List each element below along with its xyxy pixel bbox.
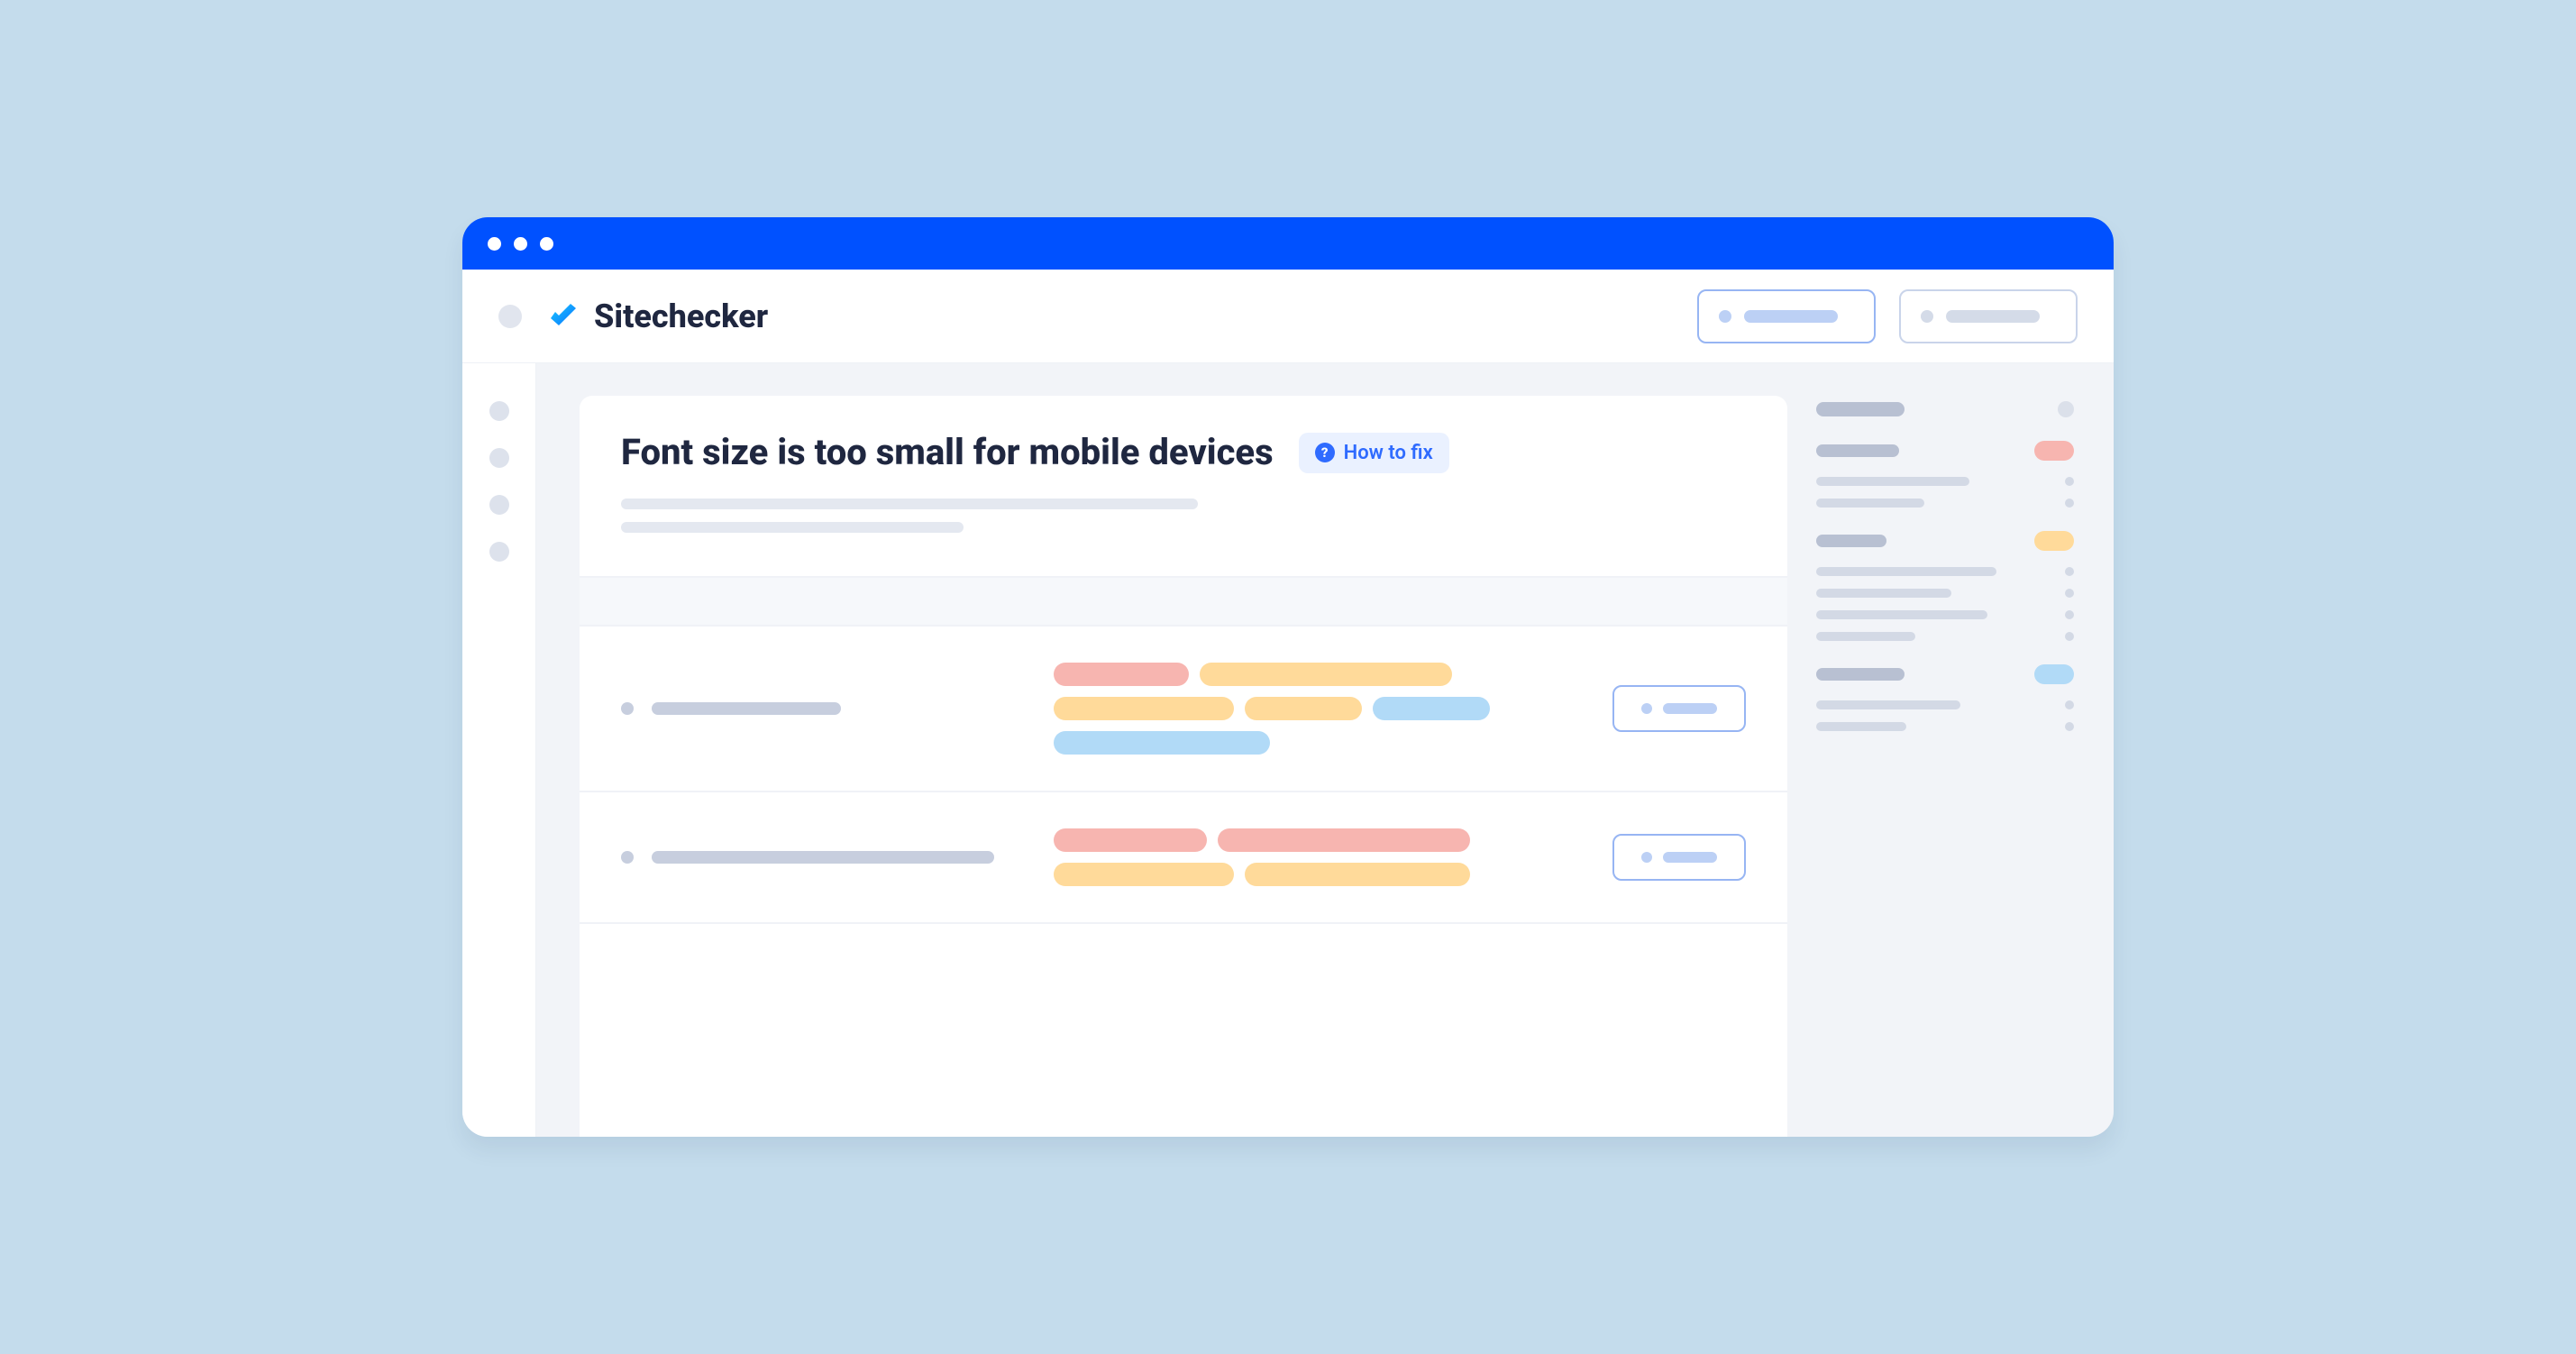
issue-title: Font size is too small for mobile device… bbox=[621, 432, 1274, 473]
row-action-button[interactable] bbox=[1612, 685, 1746, 732]
right-panel-group-notices bbox=[1816, 664, 2074, 731]
group-label bbox=[1816, 668, 1905, 681]
sidebar-item[interactable] bbox=[489, 542, 509, 562]
window-control-close[interactable] bbox=[488, 237, 501, 251]
tag bbox=[1054, 828, 1207, 852]
placeholder-icon bbox=[1641, 703, 1652, 714]
tag bbox=[1054, 863, 1234, 886]
sidebar-item[interactable] bbox=[489, 401, 509, 421]
row-action-button[interactable] bbox=[1612, 834, 1746, 881]
sidebar-item[interactable] bbox=[489, 495, 509, 515]
right-panel-group-critical bbox=[1816, 441, 2074, 508]
placeholder-label bbox=[1816, 402, 1905, 416]
issue-panel: Font size is too small for mobile device… bbox=[580, 396, 1787, 1137]
how-to-fix-label: How to fix bbox=[1344, 442, 1433, 464]
row-tags bbox=[1054, 828, 1576, 886]
right-panel bbox=[1816, 396, 2114, 1137]
row-url[interactable] bbox=[621, 702, 1018, 715]
right-panel-item[interactable] bbox=[1816, 610, 2074, 619]
header-button-primary[interactable] bbox=[1697, 289, 1876, 343]
browser-window: Sitechecker Font size is too small for m… bbox=[462, 217, 2114, 1137]
app-body: Font size is too small for mobile device… bbox=[462, 363, 2114, 1137]
right-panel-group-warnings bbox=[1816, 531, 2074, 641]
row-url[interactable] bbox=[621, 851, 1018, 864]
placeholder-icon bbox=[1641, 852, 1652, 863]
tag bbox=[1200, 663, 1452, 686]
issue-header: Font size is too small for mobile device… bbox=[580, 396, 1787, 578]
how-to-fix-button[interactable]: ? How to fix bbox=[1299, 433, 1449, 473]
menu-icon[interactable] bbox=[498, 305, 522, 328]
tag bbox=[1245, 863, 1470, 886]
description-placeholder bbox=[621, 522, 964, 533]
group-count-badge bbox=[2034, 441, 2074, 461]
right-panel-item[interactable] bbox=[1816, 722, 2074, 731]
issue-row bbox=[580, 792, 1787, 924]
checkmark-icon bbox=[545, 298, 581, 334]
app-header: Sitechecker bbox=[462, 270, 2114, 363]
placeholder-text bbox=[1744, 310, 1838, 323]
brand-name: Sitechecker bbox=[594, 297, 768, 335]
issue-row bbox=[580, 627, 1787, 792]
right-panel-header bbox=[1816, 401, 2074, 417]
window-title-bar bbox=[462, 217, 2114, 270]
placeholder-icon bbox=[1921, 310, 1933, 323]
right-panel-item[interactable] bbox=[1816, 499, 2074, 508]
tag bbox=[1054, 663, 1189, 686]
url-placeholder bbox=[652, 702, 841, 715]
brand-logo[interactable]: Sitechecker bbox=[545, 297, 768, 335]
tag bbox=[1245, 697, 1362, 720]
tag bbox=[1373, 697, 1490, 720]
favicon-placeholder bbox=[621, 702, 634, 715]
url-placeholder bbox=[652, 851, 994, 864]
group-label bbox=[1816, 444, 1899, 457]
tag bbox=[1054, 697, 1234, 720]
sidebar bbox=[462, 363, 536, 1137]
filter-bar bbox=[580, 578, 1787, 627]
window-control-maximize[interactable] bbox=[540, 237, 553, 251]
tag bbox=[1218, 828, 1470, 852]
right-panel-item[interactable] bbox=[1816, 700, 2074, 709]
question-icon: ? bbox=[1315, 443, 1335, 462]
placeholder-text bbox=[1663, 852, 1717, 863]
right-panel-item[interactable] bbox=[1816, 567, 2074, 576]
right-panel-item[interactable] bbox=[1816, 589, 2074, 598]
right-panel-item[interactable] bbox=[1816, 632, 2074, 641]
placeholder-text bbox=[1663, 703, 1717, 714]
favicon-placeholder bbox=[621, 851, 634, 864]
placeholder-count bbox=[2058, 401, 2074, 417]
row-tags bbox=[1054, 663, 1576, 755]
tag bbox=[1054, 731, 1270, 755]
placeholder-icon bbox=[1719, 310, 1731, 323]
right-panel-item[interactable] bbox=[1816, 477, 2074, 486]
header-button-secondary[interactable] bbox=[1899, 289, 2078, 343]
sidebar-item[interactable] bbox=[489, 448, 509, 468]
window-control-minimize[interactable] bbox=[514, 237, 527, 251]
description-placeholder bbox=[621, 499, 1198, 509]
group-count-badge bbox=[2034, 531, 2074, 551]
main-area: Font size is too small for mobile device… bbox=[536, 363, 2114, 1137]
group-label bbox=[1816, 535, 1886, 547]
placeholder-text bbox=[1946, 310, 2040, 323]
group-count-badge bbox=[2034, 664, 2074, 684]
